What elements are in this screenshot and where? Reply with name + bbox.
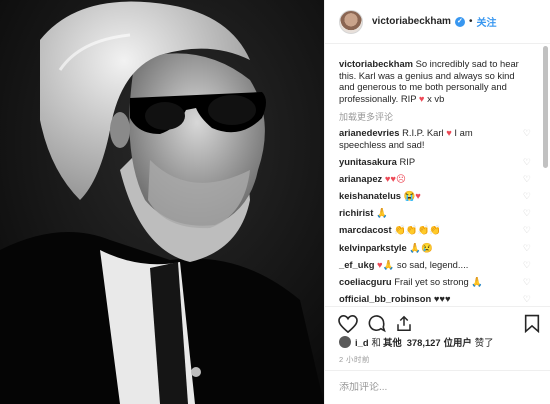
comment-text: RIP [399,156,416,168]
likes-count[interactable]: 378,127 [407,337,441,348]
comment-emoji: 😭♥ [403,190,421,202]
comment-item: coeliacguru Frail yet so strong 🙏 ♡ [339,276,537,288]
bookmark-save-icon[interactable] [521,313,543,335]
comment-like-heart-icon[interactable]: ♡ [523,260,531,272]
comment-username[interactable]: arianedevries [339,127,399,138]
post-header: victoriabeckham ✓ • 关注 [325,0,550,44]
comment-like-heart-icon[interactable]: ♡ [523,128,531,140]
share-upload-icon[interactable] [393,313,415,335]
comment-like-heart-icon[interactable]: ♡ [523,277,531,289]
post-timestamp[interactable]: 2 小时前 [339,354,370,365]
comment-emoji: 🙏😢 [409,241,433,253]
comment-emoji: ♥ [446,127,452,139]
comment-item: arianedevries R.I.P. Karl ♥ I am speechl… [339,127,537,150]
comment-emoji: ♥🙏 [377,258,395,270]
comments-list[interactable]: victoriabeckham So incredibly sad to hea… [325,44,537,306]
likes-and: 和 [371,337,381,348]
post-caption: victoriabeckham So incredibly sad to hea… [339,58,537,104]
likes-suffix: 位用户 [443,337,472,348]
comment-username[interactable]: yunitasakura [339,156,397,167]
comment-like-heart-icon[interactable]: ♡ [523,208,531,220]
header-separator: • [468,16,473,27]
comment-like-heart-icon[interactable]: ♡ [523,225,531,237]
comment-item: marcdacost 👏👏👏👏 ♡ [339,224,537,236]
comment-emoji: 👏👏👏👏 [394,224,441,236]
comment-username[interactable]: official_bb_robinson [339,293,431,304]
comment-username[interactable]: richirist [339,207,373,218]
comment-item: arianapez ♥♥☹ ♡ [339,173,537,185]
author-avatar[interactable] [339,9,363,34]
comment-username[interactable]: coeliacguru [339,276,392,287]
comment-item: richirist 🙏 ♡ [339,207,537,219]
comment-emoji: ♥♥☹ [384,173,406,185]
comment-text: R.I.P. Karl [402,127,444,139]
comment-like-heart-icon[interactable]: ♡ [523,294,531,306]
caption-username[interactable]: victoriabeckham [339,58,413,69]
add-comment-input[interactable] [339,382,529,393]
liker-username[interactable]: i_d [355,337,369,348]
author-username[interactable]: victoriabeckham [372,16,451,27]
load-more-comments-link[interactable]: 加载更多评论 [339,110,537,123]
add-comment-bar [325,370,550,404]
comment-like-heart-icon[interactable]: ♡ [523,157,531,169]
likes-summary: i_d 和 其他 378,127 位用户 赞了 [339,334,494,350]
follow-button[interactable]: 关注 [476,14,496,29]
liker-avatar[interactable] [339,336,351,348]
portrait-image [0,0,324,404]
verified-badge-icon: ✓ [454,16,465,27]
comment-tail: so sad, legend.... [396,258,469,270]
comment-bubble-icon[interactable] [365,313,387,335]
comments-scrollbar[interactable] [543,46,548,168]
comment-emoji: 🙏 [376,207,388,219]
comment-username[interactable]: marcdacost [339,224,392,235]
comment-username[interactable]: arianapez [339,173,382,184]
comment-text: Frail yet so strong [394,275,469,287]
post-photo[interactable] [0,0,324,404]
comment-emoji: ♥♥♥ [433,292,451,304]
comment-username[interactable]: _ef_ukg [339,259,374,270]
caption-heart-emoji: ♥ [418,92,425,104]
likes-liked: 赞了 [474,337,494,348]
comment-emoji: 🙏 [471,275,484,287]
comment-like-heart-icon[interactable]: ♡ [523,191,531,203]
comment-item: kelvinparkstyle 🙏😢 ♡ [339,242,537,254]
comment-item: _ef_ukg ♥🙏 so sad, legend.... ♡ [339,259,537,271]
comment-username[interactable]: keishanatelus [339,190,401,201]
post-sidebar: victoriabeckham ✓ • 关注 victoriabeckham S… [324,0,550,404]
like-heart-icon[interactable] [337,313,359,335]
comment-like-heart-icon[interactable]: ♡ [523,174,531,186]
comment-like-heart-icon[interactable]: ♡ [523,243,531,255]
comment-username[interactable]: kelvinparkstyle [339,242,407,253]
comment-item: keishanatelus 😭♥ ♡ [339,190,537,202]
caption-tail: x vb [427,92,445,104]
comment-item: yunitasakura RIP ♡ [339,156,537,168]
comment-item: official_bb_robinson ♥♥♥ ♡ [339,293,537,305]
likes-others: 其他 [382,337,402,348]
